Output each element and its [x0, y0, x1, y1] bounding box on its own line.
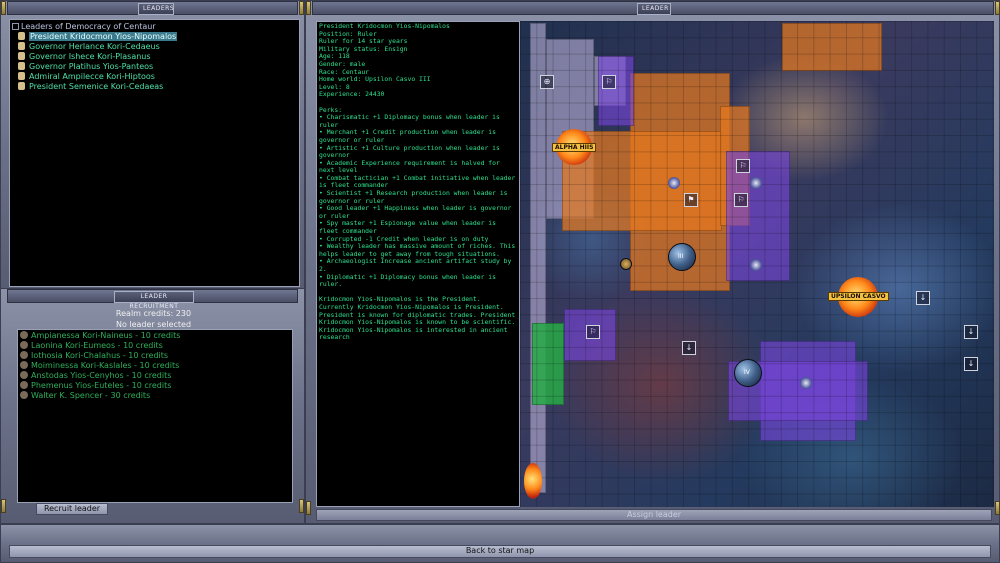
back-to-star-map-button[interactable]: Back to star map: [9, 545, 991, 558]
leaders-panel-title: LEADERS: [138, 3, 174, 15]
candidate-item[interactable]: Iothosia Kori-Chalahus - 10 credits: [20, 351, 168, 361]
rivet-decoration: [299, 499, 304, 513]
fleet-icon[interactable]: [750, 259, 762, 271]
fleet-icon[interactable]: [668, 177, 680, 189]
unit-marker[interactable]: ⚐: [736, 159, 750, 173]
candidate-item[interactable]: Ampianessa Kori-Naineus - 10 credits: [20, 331, 180, 341]
candidate-portrait-icon: [20, 351, 28, 359]
candidate-label: Phemenus Yios-Euteles - 10 credits: [31, 381, 172, 390]
candidate-item[interactable]: Moiminessa Kori-Kaslales - 10 credits: [20, 361, 179, 371]
leader-item-label: Governor Herlance Kori-Cedaeus: [29, 42, 160, 51]
candidate-label: Anstodas Yios-Cenyhos - 10 credits: [31, 371, 172, 380]
leader-item-label: President Semenice Kori-Cedaeas: [29, 82, 164, 91]
rivet-decoration: [1, 1, 6, 15]
star-label: ALPHA HIIS: [552, 143, 597, 152]
candidate-label: Iothosia Kori-Chalahus - 10 credits: [31, 351, 169, 360]
unit-marker[interactable]: ⚑: [684, 193, 698, 207]
rivet-decoration: [995, 1, 1000, 15]
unit-marker[interactable]: ⚐: [734, 193, 748, 207]
leader-item-label: President Kridocmon Yios-Nipomalos: [29, 32, 178, 41]
rivet-decoration: [1, 499, 6, 513]
unit-marker[interactable]: ↓: [916, 291, 930, 305]
recruit-leader-button[interactable]: Recruit leader: [36, 503, 108, 515]
leaders-root-label: Leaders of Democracy of Centaur: [21, 22, 156, 31]
leader-item[interactable]: Admiral Ampilecce Kori-Hiptoos: [18, 72, 155, 82]
leader-item[interactable]: President Kridocmon Yios-Nipomalos: [18, 32, 178, 42]
leader-item-label: Admiral Ampilecce Kori-Hiptoos: [29, 72, 155, 81]
territory-purple: [598, 56, 634, 126]
leader-portrait-icon: [18, 62, 25, 70]
star-edge[interactable]: [524, 463, 542, 499]
unit-marker[interactable]: ↓: [682, 341, 696, 355]
leader-panel-frame: LEADER President Kridocmon Yios-Nipomalo…: [305, 0, 1000, 524]
unit-marker[interactable]: ↓: [964, 325, 978, 339]
leader-item-label: Governor Platihus Yios-Panteos: [29, 62, 154, 71]
fleet-icon[interactable]: [750, 177, 762, 189]
star-label: UPSILON CASVO: [828, 292, 889, 301]
leader-portrait-icon: [18, 72, 25, 80]
candidate-portrait-icon: [20, 361, 28, 369]
fleet-icon[interactable]: [800, 377, 812, 389]
candidate-item[interactable]: Walter K. Spencer - 30 credits: [20, 391, 150, 401]
candidate-label: Ampianessa Kori-Naineus - 10 credits: [31, 331, 181, 340]
leader-item[interactable]: President Semenice Kori-Cedaeas: [18, 82, 163, 92]
leaders-panel-frame: LEADERS Leaders of Democracy of Centaur …: [0, 0, 305, 290]
rivet-decoration: [306, 501, 311, 515]
candidate-portrait-icon: [20, 391, 28, 399]
leader-portrait-icon: [18, 82, 25, 90]
realm-credits: Realm credits: 230: [115, 309, 192, 318]
unit-marker[interactable]: ⚐: [586, 325, 600, 339]
planet-label: III: [678, 253, 684, 260]
unit-marker[interactable]: ⊕: [540, 75, 554, 89]
candidate-label: Laonina Kori-Eumeos - 10 credits: [31, 341, 163, 350]
leader-item-label: Governor Ishece Kori-Plasanus: [29, 52, 151, 61]
leader-item[interactable]: Governor Ishece Kori-Plasanus: [18, 52, 151, 62]
territory-orange: [782, 23, 882, 71]
recruitment-panel-frame: LEADER RECRUITMENT Realm credits: 230 No…: [0, 288, 305, 524]
candidate-item[interactable]: Laonina Kori-Eumeos - 10 credits: [20, 341, 163, 351]
leader-info-panel: President Kridocmon Yios-Nipomalos Posit…: [316, 21, 520, 507]
candidate-label: Moiminessa Kori-Kaslales - 10 credits: [31, 361, 180, 370]
candidate-item[interactable]: Anstodas Yios-Cenyhos - 10 credits: [20, 371, 171, 381]
selected-candidate: No leader selected: [115, 320, 192, 329]
leader-portrait-icon: [18, 42, 25, 50]
candidate-item[interactable]: Phemenus Yios-Euteles - 10 credits: [20, 381, 171, 391]
rivet-decoration: [995, 501, 1000, 515]
planet[interactable]: [620, 258, 632, 270]
candidate-portrait-icon: [20, 331, 28, 339]
unit-marker[interactable]: ↓: [964, 357, 978, 371]
recruitment-panel-title: LEADER RECRUITMENT: [114, 291, 194, 310]
leader-info-text: President Kridocmon Yios-Nipomalos Posit…: [319, 22, 516, 342]
leader-portrait-icon: [18, 32, 25, 40]
rivet-decoration: [299, 1, 304, 15]
territory-lavender: [530, 23, 546, 493]
leader-portrait-icon: [18, 52, 25, 60]
bottom-bar: Back to star map: [0, 524, 1000, 563]
assign-leader-button[interactable]: Assign leader: [316, 509, 992, 521]
leaders-tree-root[interactable]: Leaders of Democracy of Centaur: [12, 22, 156, 32]
collapse-icon[interactable]: [12, 23, 19, 30]
unit-marker[interactable]: ⚐: [602, 75, 616, 89]
leader-panel-title: LEADER: [637, 3, 671, 15]
candidate-portrait-icon: [20, 341, 28, 349]
recruitment-list[interactable]: Ampianessa Kori-Naineus - 10 credits Lao…: [17, 329, 293, 503]
territory-green: [532, 323, 564, 405]
rivet-decoration: [306, 1, 311, 15]
leaders-list[interactable]: Leaders of Democracy of Centaur Presiden…: [9, 19, 300, 287]
planet-label: IV: [744, 369, 750, 376]
candidate-portrait-icon: [20, 371, 28, 379]
leader-item[interactable]: Governor Platihus Yios-Panteos: [18, 62, 153, 72]
candidate-portrait-icon: [20, 381, 28, 389]
candidate-label: Walter K. Spencer - 30 credits: [31, 391, 151, 400]
leader-item[interactable]: Governor Herlance Kori-Cedaeus: [18, 42, 160, 52]
galaxy-map[interactable]: ALPHA HIIS UPSILON CASVO III IV ⊕ ⚐ ⚑ ⚐ …: [520, 21, 994, 507]
